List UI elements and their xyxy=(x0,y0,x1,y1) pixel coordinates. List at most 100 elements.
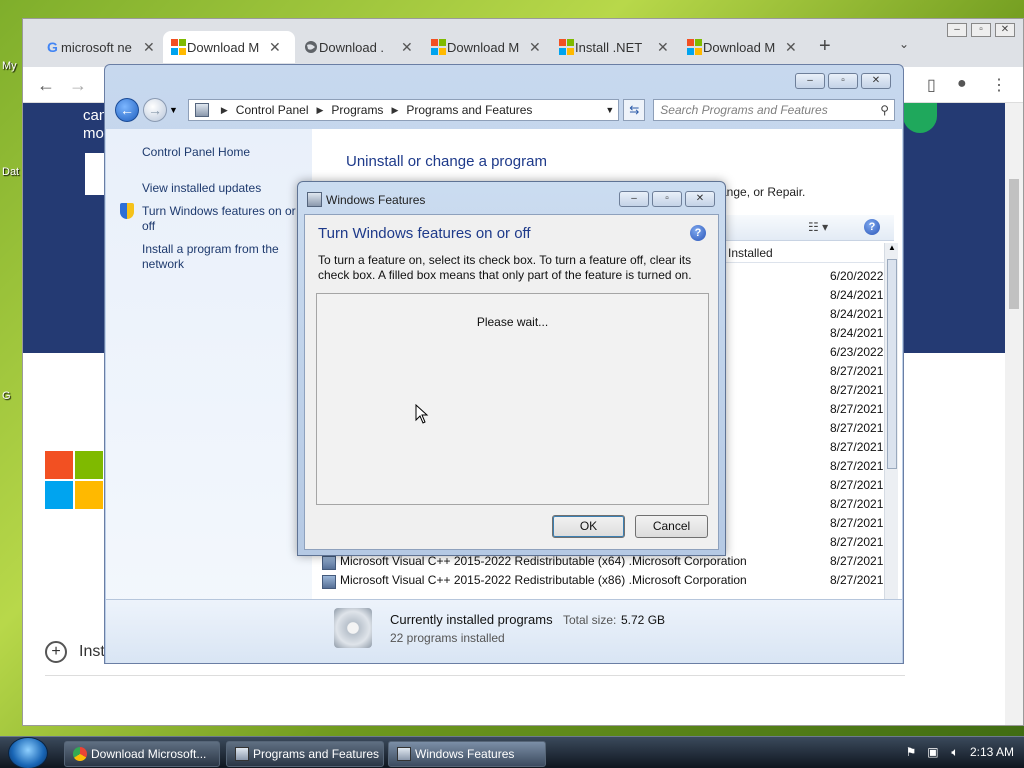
minimize-button[interactable]: – xyxy=(947,23,967,37)
program-installed-date: 8/27/2021 xyxy=(830,440,884,454)
control-panel-home-link[interactable]: Control Panel Home xyxy=(142,145,250,160)
close-icon[interactable]: ✕ xyxy=(529,39,541,56)
breadcrumb-separator-icon[interactable]: ▶ xyxy=(391,105,398,116)
refresh-icon[interactable]: ⇆ xyxy=(623,99,646,121)
program-installed-date: 8/24/2021 xyxy=(830,288,884,302)
start-button[interactable] xyxy=(8,737,48,768)
tab-download-ms-2[interactable]: Download M ✕ xyxy=(423,31,541,63)
installer-disc-icon xyxy=(334,608,372,648)
program-installed-date: 8/24/2021 xyxy=(830,326,884,340)
recent-pages-chevron-icon[interactable]: ▼ xyxy=(169,105,178,115)
back-arrow-icon[interactable]: ← xyxy=(115,98,139,122)
taskbar: Download Microsoft... Programs and Featu… xyxy=(0,736,1024,768)
program-icon xyxy=(322,575,336,589)
volume-icon[interactable]: 🔈︎ xyxy=(948,745,962,759)
install-link[interactable]: + Inst xyxy=(45,641,105,663)
column-header-installed[interactable]: Installed xyxy=(724,243,884,263)
scrollbar-thumb[interactable] xyxy=(1009,179,1019,309)
minimize-button[interactable]: – xyxy=(795,73,825,89)
page-scrollbar[interactable] xyxy=(1005,103,1023,725)
status-label: Currently installed programs xyxy=(390,612,553,627)
close-icon[interactable]: ✕ xyxy=(401,39,413,56)
maximize-button[interactable]: ▫ xyxy=(828,73,858,89)
tab-install-net[interactable]: Install .NET ✕ xyxy=(551,31,669,63)
chrome-icon xyxy=(73,747,87,761)
tab-download-ms-3[interactable]: Download M ✕ xyxy=(679,31,797,63)
maximize-button[interactable]: ▫ xyxy=(652,191,682,207)
program-installed-date: 6/20/2022 xyxy=(830,269,884,283)
plus-circle-icon: + xyxy=(45,641,67,663)
clock[interactable]: 2:13 AM xyxy=(970,745,1014,759)
details-pane: Currently installed programs Total size:… xyxy=(106,599,902,663)
program-installed-date: 8/27/2021 xyxy=(830,516,884,530)
program-installed-date: 6/23/2022 xyxy=(830,345,884,359)
forward-arrow-icon[interactable]: → xyxy=(142,98,167,122)
shield-icon xyxy=(120,203,134,219)
help-icon[interactable]: ? xyxy=(690,225,706,241)
breadcrumb[interactable]: ▶ Control Panel ▶ Programs ▶ Programs an… xyxy=(187,99,620,121)
close-icon[interactable]: ✕ xyxy=(143,39,155,56)
table-row[interactable]: Microsoft Visual C++ 2015-2022 Redistrib… xyxy=(318,573,883,592)
total-size-value: 5.72 GB xyxy=(621,613,666,627)
desktop-icon-label[interactable]: G xyxy=(2,390,11,402)
help-icon[interactable]: ? xyxy=(864,219,880,235)
back-arrow-icon[interactable]: ← xyxy=(37,75,55,96)
close-icon[interactable]: ✕ xyxy=(785,39,797,56)
scrollbar-thumb[interactable] xyxy=(887,259,897,469)
dialog-heading: Turn Windows features on or off xyxy=(318,225,531,242)
taskbar-button-chrome[interactable]: Download Microsoft... xyxy=(64,741,220,767)
flag-icon[interactable]: ⚑ xyxy=(904,745,918,759)
taskbar-label: Programs and Features xyxy=(253,747,380,761)
minimize-button[interactable]: – xyxy=(619,191,649,207)
close-button[interactable]: ✕ xyxy=(995,23,1015,37)
desktop-icon-label[interactable]: Dat xyxy=(2,166,19,178)
turn-windows-features-link[interactable]: Turn Windows features on or off xyxy=(142,204,310,234)
breadcrumb-separator-icon[interactable]: ▶ xyxy=(317,105,324,116)
breadcrumb-control-panel[interactable]: Control Panel xyxy=(236,103,309,117)
install-from-network-link[interactable]: Install a program from the network xyxy=(142,242,294,272)
total-size-label: Total size: xyxy=(563,613,617,627)
taskbar-button-programs[interactable]: Programs and Features xyxy=(226,741,384,767)
microsoft-logo-icon xyxy=(559,39,575,55)
dialog-instructions: To turn a feature on, select its check b… xyxy=(318,253,692,282)
windows-features-dialog: Windows Features – ▫ ✕ Turn Windows feat… xyxy=(297,181,726,556)
install-text: Inst xyxy=(79,643,105,660)
taskbar-label: Windows Features xyxy=(415,747,515,761)
breadcrumb-programs-and-features[interactable]: Programs and Features xyxy=(406,103,532,117)
search-input[interactable]: Search Programs and Features ⚲ xyxy=(653,99,895,121)
ok-button[interactable]: OK xyxy=(552,515,625,538)
taskbar-button-features[interactable]: Windows Features xyxy=(388,741,546,767)
close-button[interactable]: ✕ xyxy=(861,73,891,89)
sidebar-icon[interactable]: ▯ xyxy=(927,75,936,95)
maximize-button[interactable]: ▫ xyxy=(971,23,991,37)
close-icon[interactable]: ✕ xyxy=(657,39,669,56)
features-tree[interactable]: Please wait... xyxy=(316,293,709,505)
new-tab-button[interactable]: + xyxy=(819,35,831,58)
program-installed-date: 8/27/2021 xyxy=(830,535,884,549)
cancel-button[interactable]: Cancel xyxy=(635,515,708,538)
tab-download-ms[interactable]: Download M ✕ xyxy=(163,31,295,63)
tab-search-chevron-icon[interactable]: ⌄ xyxy=(899,37,909,51)
close-button[interactable]: ✕ xyxy=(685,191,715,207)
address-dropdown-icon[interactable]: ▼ xyxy=(605,105,614,115)
list-scrollbar[interactable]: ▲ ▼ xyxy=(884,243,898,651)
scroll-up-icon[interactable]: ▲ xyxy=(888,243,896,252)
tab-download-net[interactable]: Download . ✕ xyxy=(295,31,413,63)
menu-kebab-icon[interactable]: ⋮ xyxy=(991,75,1007,95)
network-icon[interactable]: ▣ xyxy=(926,745,940,759)
address-bar-row: ← → ▼ ▶ Control Panel ▶ Programs ▶ Progr… xyxy=(115,95,895,125)
program-installed-date: 8/27/2021 xyxy=(830,497,884,511)
view-installed-updates-link[interactable]: View installed updates xyxy=(142,181,261,196)
breadcrumb-programs[interactable]: Programs xyxy=(331,103,383,117)
search-icon[interactable]: ⚲ xyxy=(880,103,889,117)
views-icon[interactable]: ☷ ▾ xyxy=(808,220,828,234)
profile-avatar-icon[interactable]: ● xyxy=(957,75,967,93)
chrome-window-controls: – ▫ ✕ xyxy=(947,23,1015,37)
table-row[interactable]: Microsoft Visual C++ 2015-2022 Redistrib… xyxy=(318,554,883,573)
breadcrumb-separator-icon[interactable]: ▶ xyxy=(221,105,228,116)
tab-google-search[interactable]: G microsoft ne ✕ xyxy=(37,31,155,63)
desktop-icon-label[interactable]: My xyxy=(2,60,17,72)
close-icon[interactable]: ✕ xyxy=(269,39,281,56)
forward-arrow-icon[interactable]: → xyxy=(69,75,87,96)
divider xyxy=(45,675,905,676)
